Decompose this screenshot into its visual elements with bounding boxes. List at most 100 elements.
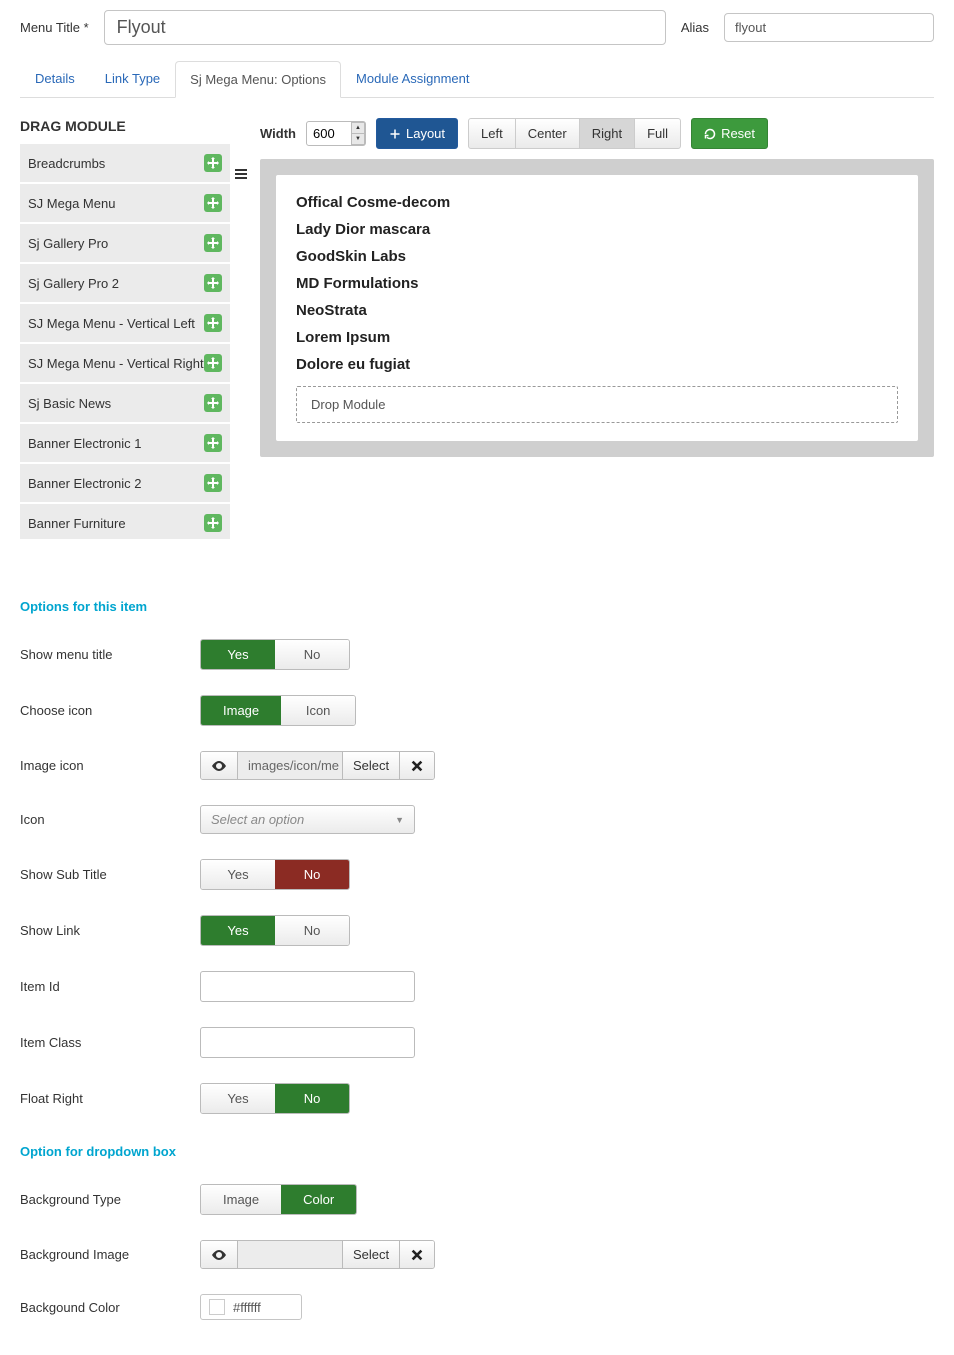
plus-icon [389,128,401,140]
float-right-toggle[interactable]: Yes No [200,1083,350,1114]
show-sub-title-label: Show Sub Title [20,867,200,882]
module-item-label: Sj Gallery Pro [28,236,204,251]
toggle-no[interactable]: No [275,1084,349,1113]
module-item-label: Banner Electronic 2 [28,476,204,491]
module-item[interactable]: Banner Electronic 1 [20,424,230,464]
close-icon [410,1248,424,1262]
module-item[interactable]: Sj Basic News [20,384,230,424]
image-icon-group: images/icon/me Select [200,751,435,780]
move-icon[interactable] [204,274,222,292]
tabs: Details Link Type Sj Mega Menu: Options … [20,60,934,98]
move-icon[interactable] [204,194,222,212]
drop-zone[interactable]: Drop Module [296,386,898,423]
bg-color-label: Backgound Color [20,1300,200,1315]
width-spin-down[interactable]: ▼ [351,133,365,145]
toggle-image[interactable]: Image [201,1185,281,1214]
hamburger-icon[interactable] [235,169,247,179]
preview-line: MD Formulations [296,270,898,297]
preview-box: Offical Cosme-decomLady Dior mascaraGood… [260,159,934,457]
bg-type-label: Background Type [20,1192,200,1207]
move-icon[interactable] [204,434,222,452]
tab-link-type[interactable]: Link Type [90,60,175,97]
toggle-no[interactable]: No [275,916,349,945]
reset-button[interactable]: Reset [691,118,768,149]
menu-title-label: Menu Title * [20,20,89,35]
show-menu-title-toggle[interactable]: Yes No [200,639,350,670]
refresh-icon [704,128,716,140]
move-icon[interactable] [204,314,222,332]
close-icon [410,759,424,773]
eye-icon [211,761,227,771]
clear-bg-image-button[interactable] [400,1241,434,1268]
icon-label: Icon [20,812,200,827]
item-class-input[interactable] [200,1027,415,1058]
preview-eye-button[interactable] [201,1241,238,1268]
menu-title-input[interactable] [104,10,666,45]
module-item[interactable]: Sj Gallery Pro 2 [20,264,230,304]
align-full[interactable]: Full [634,118,681,149]
preview-line: Lorem Ipsum [296,324,898,351]
alias-label: Alias [681,20,709,35]
toggle-no[interactable]: No [275,640,349,669]
bg-image-label: Background Image [20,1247,200,1262]
item-id-label: Item Id [20,979,200,994]
module-list[interactable]: Breadcrumbs SJ Mega Menu Sj Gallery Pro Sj … [20,144,230,539]
module-item[interactable]: SJ Mega Menu - Vertical Left [20,304,230,344]
module-item[interactable]: SJ Mega Menu - Vertical Right [20,344,230,384]
toggle-color[interactable]: Color [281,1185,356,1214]
toggle-no[interactable]: No [275,860,349,889]
toggle-yes[interactable]: Yes [201,916,275,945]
image-icon-label: Image icon [20,758,200,773]
module-item[interactable]: Banner Electronic 2 [20,464,230,504]
icon-select[interactable]: Select an option ▼ [200,805,415,834]
align-left[interactable]: Left [468,118,516,149]
choose-icon-label: Choose icon [20,703,200,718]
show-sub-title-toggle[interactable]: Yes No [200,859,350,890]
move-icon[interactable] [204,154,222,172]
module-item[interactable]: Breadcrumbs [20,144,230,184]
module-item-label: SJ Mega Menu - Vertical Left [28,316,204,331]
toggle-image[interactable]: Image [201,696,281,725]
move-icon[interactable] [204,514,222,532]
preview-line: Dolore eu fugiat [296,351,898,378]
toggle-yes[interactable]: Yes [201,640,275,669]
module-item[interactable]: Sj Gallery Pro [20,224,230,264]
layout-button[interactable]: Layout [376,118,458,149]
tab-options[interactable]: Sj Mega Menu: Options [175,61,341,98]
module-item[interactable]: Banner Furniture [20,504,230,539]
preview-line: GoodSkin Labs [296,243,898,270]
align-right[interactable]: Right [579,118,635,149]
module-item[interactable]: SJ Mega Menu [20,184,230,224]
bg-color-input[interactable] [233,1300,293,1315]
toggle-icon[interactable]: Icon [281,696,355,725]
chevron-down-icon: ▼ [395,815,404,825]
module-item-label: Breadcrumbs [28,156,204,171]
bg-type-toggle[interactable]: Image Color [200,1184,357,1215]
select-image-button[interactable]: Select [343,752,400,779]
item-id-input[interactable] [200,971,415,1002]
tab-details[interactable]: Details [20,60,90,97]
toggle-yes[interactable]: Yes [201,1084,275,1113]
dropdown-section-title: Option for dropdown box [20,1144,934,1159]
tab-module-assignment[interactable]: Module Assignment [341,60,484,97]
toggle-yes[interactable]: Yes [201,860,275,889]
color-swatch[interactable] [209,1299,225,1315]
module-item-label: SJ Mega Menu - Vertical Right [28,356,204,371]
align-group: Left Center Right Full [468,118,681,149]
show-link-toggle[interactable]: Yes No [200,915,350,946]
align-center[interactable]: Center [515,118,580,149]
clear-image-button[interactable] [400,752,434,779]
move-icon[interactable] [204,394,222,412]
bg-color-picker[interactable] [200,1294,302,1320]
preview-eye-button[interactable] [201,752,238,779]
move-icon[interactable] [204,474,222,492]
move-icon[interactable] [204,234,222,252]
alias-input[interactable] [724,13,934,42]
select-bg-image-button[interactable]: Select [343,1241,400,1268]
move-icon[interactable] [204,354,222,372]
bg-image-group: Select [200,1240,435,1269]
module-item-label: Sj Gallery Pro 2 [28,276,204,291]
choose-icon-toggle[interactable]: Image Icon [200,695,356,726]
eye-icon [211,1250,227,1260]
module-item-label: SJ Mega Menu [28,196,204,211]
